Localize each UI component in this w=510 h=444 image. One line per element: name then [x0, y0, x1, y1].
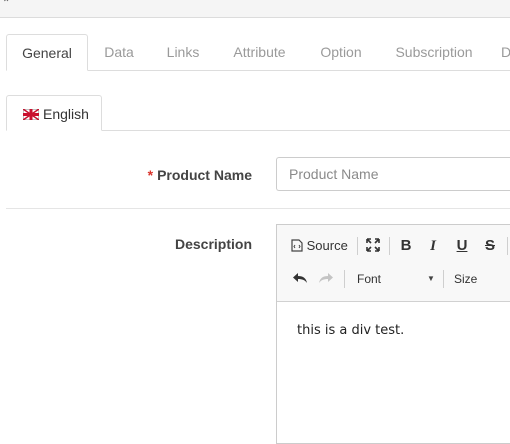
description-label-text: Description [174, 236, 252, 252]
main-tabs: General Data Links Attribute Option Subs… [6, 34, 510, 71]
source-label: Source [306, 238, 348, 253]
toolbar-separator [344, 270, 345, 288]
toolbar-separator [357, 237, 358, 255]
tab-language-english[interactable]: English [6, 95, 102, 131]
description-editor: Source B I U S Font ▼ Size this is a div… [276, 224, 510, 444]
uk-flag-icon [23, 109, 39, 120]
bold-label: B [400, 237, 412, 254]
tab-general[interactable]: General [6, 34, 88, 71]
chevron-down-icon: ▼ [427, 274, 435, 283]
language-tabs: English [6, 95, 510, 131]
tab-option[interactable]: Option [309, 34, 373, 69]
underline-button[interactable]: U [451, 235, 473, 257]
italic-label: I [430, 238, 436, 254]
strike-label: S [484, 237, 495, 254]
source-icon [291, 239, 303, 252]
maximize-icon [366, 238, 380, 252]
editor-content-text: this is a div test. [297, 323, 405, 338]
tab-d[interactable]: D [491, 34, 510, 69]
top-bar: ⌃ [0, 0, 510, 18]
tab-attribute-label: Attribute [233, 44, 286, 60]
underline-label: U [456, 237, 468, 254]
bold-button[interactable]: B [395, 235, 417, 257]
product-name-input[interactable] [276, 157, 510, 191]
tab-subscription-label: Subscription [395, 44, 473, 60]
tab-general-label: General [22, 45, 72, 61]
undo-button[interactable] [289, 268, 311, 290]
toolbar-separator [389, 237, 390, 255]
font-select-label: Font [357, 272, 382, 286]
editor-content[interactable]: this is a div test. [297, 323, 404, 338]
tab-links-label: Links [166, 44, 200, 60]
italic-button[interactable]: I [422, 235, 444, 257]
tab-data-label: Data [104, 44, 134, 60]
tab-attribute[interactable]: Attribute [222, 34, 297, 69]
font-select[interactable]: Font ▼ [351, 268, 437, 290]
product-name-label-text: Product Name [157, 167, 252, 183]
caret-icon: ⌃ [2, 0, 11, 9]
tab-option-label: Option [320, 44, 362, 60]
redo-icon [319, 273, 333, 283]
tab-subscription[interactable]: Subscription [386, 34, 482, 69]
redo-button[interactable] [315, 268, 337, 290]
toolbar-separator [443, 270, 444, 288]
source-button[interactable]: Source [291, 235, 353, 257]
language-label: English [43, 106, 89, 122]
required-marker: * [147, 167, 154, 183]
description-label: Description [175, 236, 252, 252]
tab-links[interactable]: Links [153, 34, 213, 69]
undo-icon [293, 273, 307, 283]
tab-d-label: D [500, 44, 510, 60]
product-name-label: * Product Name [148, 167, 252, 183]
maximize-button[interactable] [363, 235, 383, 257]
tab-data[interactable]: Data [89, 34, 149, 69]
toolbar-separator [507, 237, 508, 255]
row-divider [6, 208, 510, 209]
size-select-label: Size [454, 272, 478, 286]
size-select[interactable]: Size [449, 268, 509, 290]
strikethrough-button[interactable]: S [479, 235, 501, 257]
editor-toolbar: Source B I U S Font ▼ Size [277, 225, 510, 302]
